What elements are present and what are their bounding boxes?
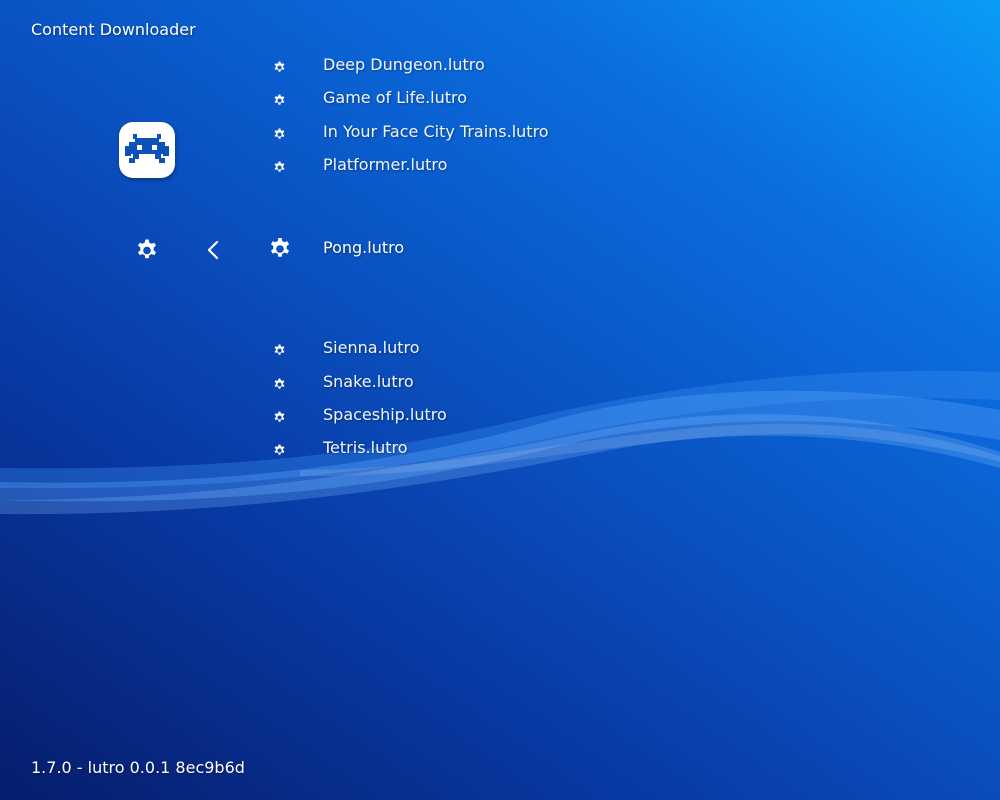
list-item-label: Platformer.lutro [323,155,448,174]
list-item[interactable]: Sienna.lutro [270,334,670,364]
version-footer: 1.7.0 - lutro 0.0.1 8ec9b6d [31,758,245,777]
settings-tab-gear-icon[interactable] [135,238,159,262]
list-item[interactable]: Deep Dungeon.lutro [270,51,670,81]
list-item[interactable]: In Your Face City Trains.lutro [270,118,670,148]
list-item-label: In Your Face City Trains.lutro [323,122,549,141]
gear-icon [273,409,286,422]
list-item-label: Game of Life.lutro [323,88,468,107]
gear-icon [268,237,292,261]
gear-icon [273,92,286,105]
list-item[interactable]: Pong.lutro [270,234,670,264]
back-chevron-left-icon[interactable] [204,240,224,260]
list-item-label: Pong.lutro [323,238,405,257]
gear-icon [273,376,286,389]
page-title: Content Downloader [31,20,196,39]
gear-icon [273,342,286,355]
list-item-label: Tetris.lutro [323,438,408,457]
list-item-label: Deep Dungeon.lutro [323,55,485,74]
list-item[interactable]: Snake.lutro [270,368,670,398]
gear-icon [273,59,286,72]
list-item-label: Sienna.lutro [323,338,420,357]
gear-icon [273,159,286,172]
list-item[interactable]: Platformer.lutro [270,151,670,181]
list-item[interactable]: Game of Life.lutro [270,84,670,114]
list-item-label: Spaceship.lutro [323,405,447,424]
retroarch-logo-icon [119,122,175,178]
list-item[interactable]: Spaceship.lutro [270,401,670,431]
gear-icon [273,126,286,139]
list-item-label: Snake.lutro [323,372,414,391]
gear-icon [273,442,286,455]
list-item[interactable]: Tetris.lutro [270,434,670,464]
